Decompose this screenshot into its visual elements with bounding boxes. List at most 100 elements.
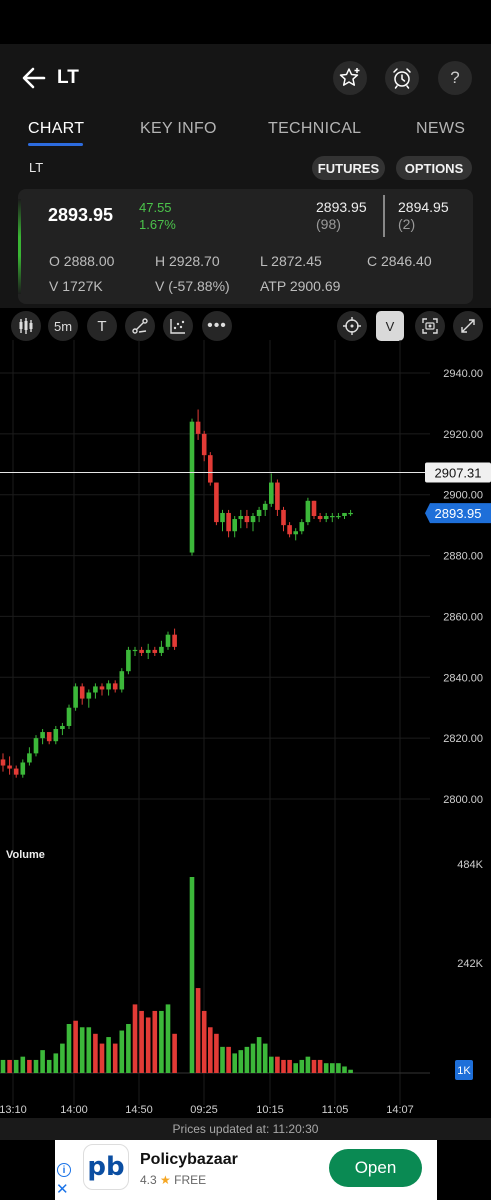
candle-body (336, 516, 341, 518)
candle-body (33, 738, 39, 754)
volume-bar (159, 1010, 164, 1073)
candle-body (208, 455, 213, 483)
prices-updated-text: Prices updated at: 11:20:30 (0, 1118, 491, 1140)
volume-bar (79, 1027, 85, 1073)
candle-body (317, 516, 323, 520)
last-price-label: 2893.95 (435, 506, 482, 521)
volume-bar (323, 1063, 329, 1073)
options-button[interactable]: OPTIONS (396, 156, 472, 180)
volume-marker-label: 1K (457, 1065, 471, 1077)
volume-bar (189, 877, 195, 1073)
bid-qty: (98) (316, 216, 341, 232)
interval-button[interactable]: 5m (48, 311, 78, 341)
candle-body (93, 686, 98, 693)
ad-open-button[interactable]: Open (329, 1149, 422, 1187)
volume-bar (99, 1043, 105, 1073)
crosshair-price-label: 2907.31 (435, 465, 482, 480)
candle-body (40, 732, 45, 739)
candle-body (305, 500, 311, 523)
volume-bar (281, 1059, 286, 1073)
volume-bar (220, 1046, 225, 1073)
candle-body (311, 500, 317, 517)
candle-type-icon[interactable] (11, 311, 41, 341)
volume-bar (93, 1033, 98, 1073)
volume-bar (226, 1046, 231, 1073)
price-tick-label: 2880.00 (443, 551, 483, 563)
more-icon[interactable]: ••• (202, 311, 232, 341)
candle-body (269, 482, 274, 504)
volume-value: V 1727K (49, 278, 103, 294)
fullscreen-icon[interactable] (453, 311, 483, 341)
tab-technical[interactable]: TECHNICAL (268, 120, 361, 138)
volume-bar (214, 1033, 219, 1073)
tab-key-info[interactable]: KEY INFO (140, 120, 217, 138)
candle-body (238, 516, 244, 520)
candle-body (201, 433, 207, 456)
volume-toggle-button[interactable]: V (376, 311, 404, 341)
candlestick-chart[interactable]: 2940.00 2920.00 2900.00 2880.00 2860.00 2840.… (0, 340, 491, 1118)
volume-bar (112, 1043, 118, 1073)
volume-bar (287, 1059, 292, 1073)
candle-body (172, 634, 177, 647)
volume-bar (250, 1043, 256, 1073)
ad-info-icon[interactable]: i (57, 1163, 71, 1177)
volume-bar (20, 1056, 26, 1073)
volume-bar (238, 1050, 244, 1073)
indicators-icon[interactable] (163, 311, 193, 341)
candle-body (20, 762, 26, 775)
futures-button[interactable]: FUTURES (312, 156, 385, 180)
volume-bar (336, 1063, 341, 1073)
volume-bar (201, 1010, 207, 1073)
back-arrow-icon[interactable] (20, 64, 48, 92)
candle-body (126, 649, 131, 672)
page-title: LT (57, 67, 79, 88)
price-tick-label: 2800.00 (443, 794, 483, 806)
candle-body (73, 686, 78, 708)
ad-meta: 4.3 ★ FREE (140, 1173, 206, 1187)
candle-body (145, 649, 151, 653)
trend-edge (18, 199, 21, 294)
volume-bar (73, 1020, 78, 1073)
price-tick-label: 2920.00 (443, 429, 483, 441)
candle-body (86, 692, 92, 699)
tab-chart[interactable]: CHART (28, 120, 84, 138)
volume-bar (330, 1063, 335, 1073)
candle-body (46, 732, 52, 742)
volume-bar (244, 1046, 250, 1073)
bid-ask-divider (383, 195, 385, 237)
volume-bar (195, 988, 201, 1073)
ask-qty: (2) (398, 216, 416, 232)
candle-body (79, 686, 85, 699)
alarm-clock-icon[interactable] (385, 61, 419, 95)
crosshair-icon[interactable] (337, 311, 367, 341)
open-value: O 2888.00 (49, 253, 115, 269)
high-value: H 2928.70 (155, 253, 220, 269)
volume-bar (317, 1059, 323, 1073)
candle-body (348, 512, 353, 515)
text-tool-button[interactable]: T (87, 311, 117, 341)
price-tick-label: 2820.00 (443, 733, 483, 745)
status-bar (0, 0, 491, 44)
price-change: 47.55 1.67% (139, 199, 176, 233)
volume-bar (348, 1069, 353, 1073)
volume-bar (262, 1043, 268, 1073)
candle-body (13, 768, 19, 775)
volume-bar (40, 1050, 45, 1073)
ad-close-icon[interactable]: ✕ (56, 1180, 69, 1198)
low-value: L 2872.45 (260, 253, 322, 269)
candle-body (195, 421, 201, 434)
watchlist-star-icon[interactable] (333, 61, 367, 95)
draw-tool-icon[interactable] (125, 311, 155, 341)
last-traded-price: 2893.95 (48, 205, 114, 225)
help-icon[interactable]: ? (438, 61, 472, 95)
time-tick-label: 11:05 (322, 1104, 349, 1116)
candle-body (159, 646, 164, 653)
candle-body (287, 525, 292, 535)
candle-body (7, 765, 12, 769)
price-tick-label: 2860.00 (443, 611, 483, 623)
screenshot-icon[interactable] (415, 311, 445, 341)
volume-bar (106, 1037, 111, 1073)
volume-bar (172, 1033, 177, 1073)
tab-news[interactable]: NEWS (416, 120, 465, 138)
candle-body (293, 531, 298, 535)
